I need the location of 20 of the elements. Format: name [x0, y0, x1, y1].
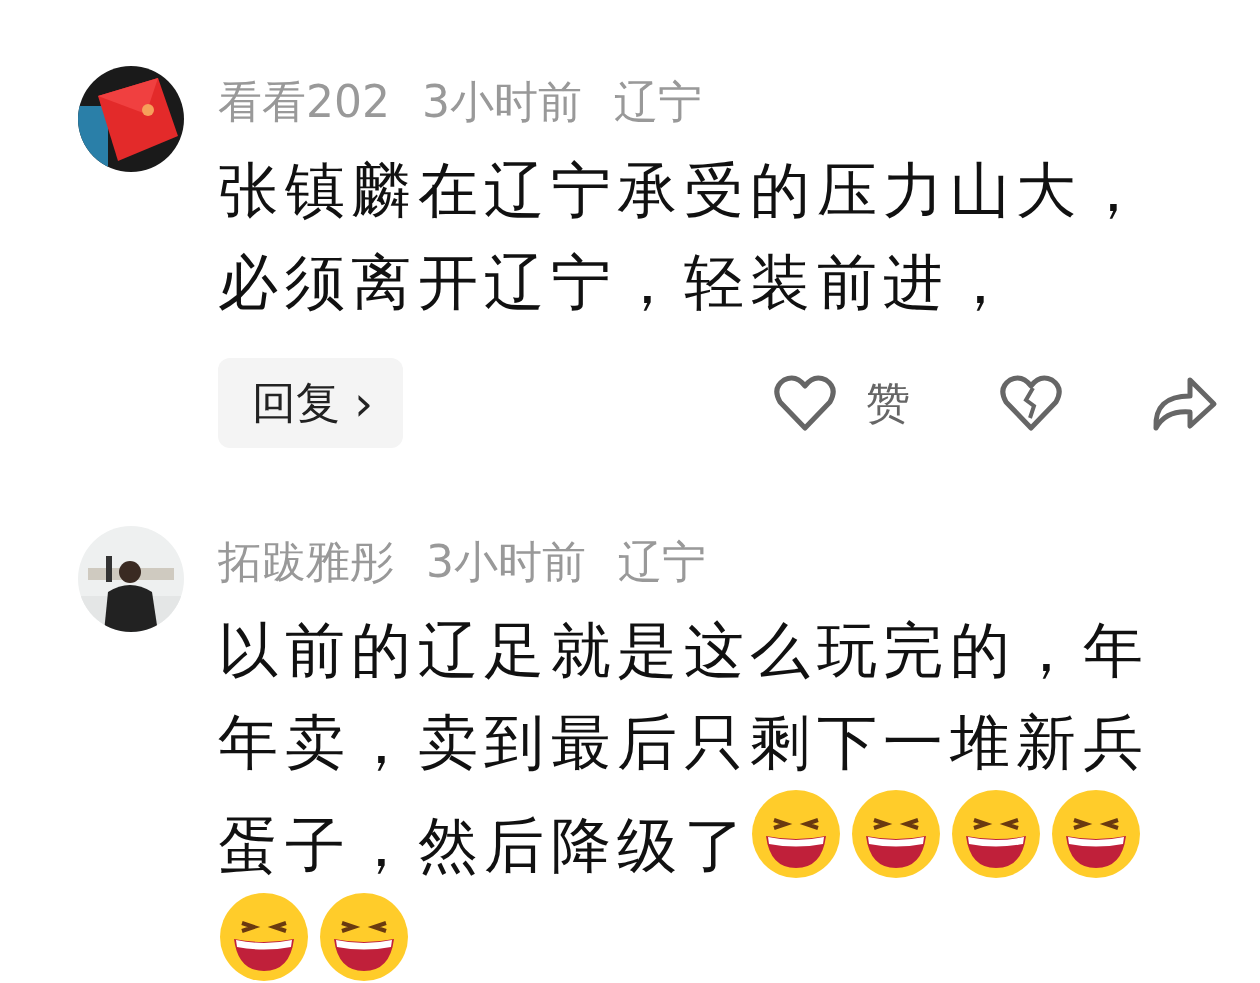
laughing-emoji-icon	[750, 788, 842, 880]
laughing-emoji-icon	[950, 788, 1042, 880]
comment-text-line: 年卖，卖到最后只剩下一堆新兵	[218, 707, 1149, 777]
reply-button[interactable]: 回复 ›	[218, 358, 404, 448]
comment-location: 辽宁	[614, 75, 702, 129]
comment-time: 3小时前	[422, 75, 582, 129]
comment-time: 3小时前	[426, 535, 586, 589]
comment-text-line: 蛋子，然后降级了	[218, 810, 750, 880]
laughing-emoji-icon	[318, 891, 410, 983]
like-button[interactable]: 赞	[774, 373, 910, 433]
heart-icon	[774, 374, 836, 432]
dislike-button[interactable]	[1000, 374, 1062, 432]
laughing-emoji-icon	[1050, 788, 1142, 880]
laughing-emoji-icon	[850, 788, 942, 880]
comment-text-line: 张镇麟在辽宁承受的压力山大，	[218, 155, 1149, 225]
comment-text-line: 以前的辽足就是这么玩完的，年	[218, 615, 1149, 685]
laughing-emoji-icon	[218, 891, 310, 983]
broken-heart-icon	[1000, 374, 1062, 432]
comment-location: 辽宁	[618, 535, 706, 589]
comment-text-line: 必须离开辽宁，轻装前进，	[218, 247, 1016, 317]
